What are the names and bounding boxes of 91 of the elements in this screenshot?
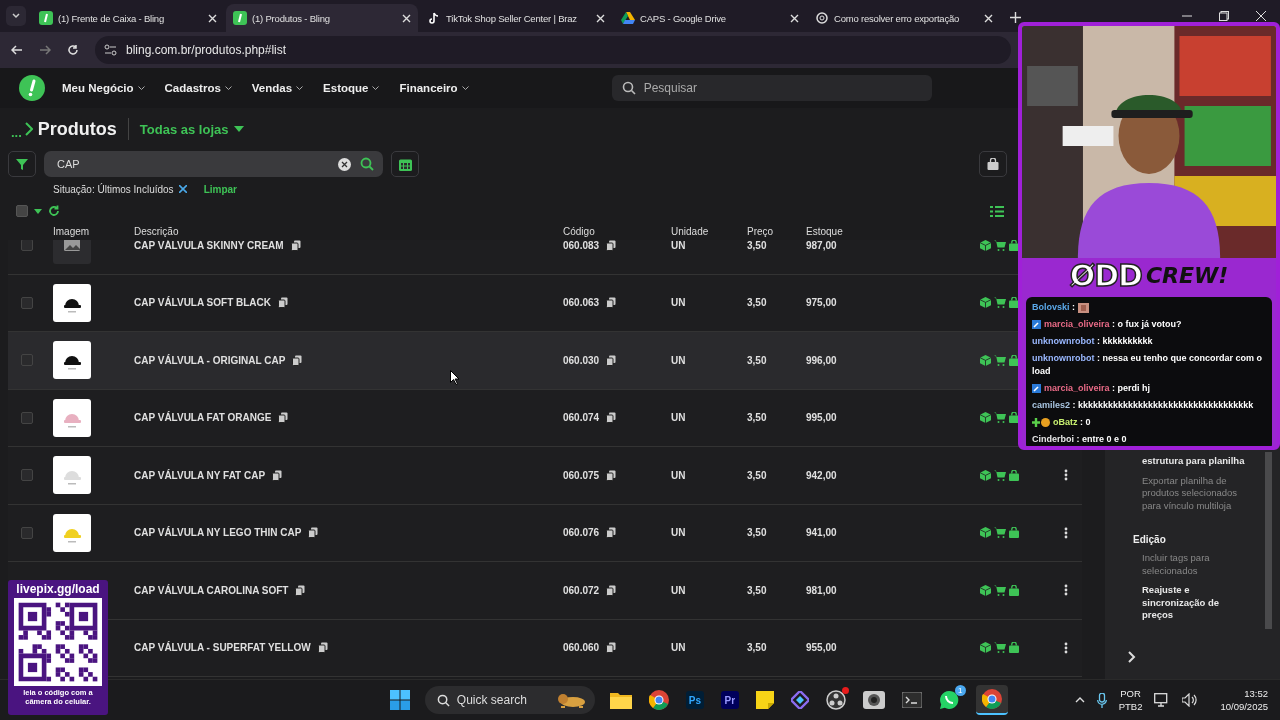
chat-message: Cinderboi : entre 0 e 0 [1032,433,1127,446]
stock-cell: 996,00 [806,354,837,366]
unit-cell: UN [671,642,686,654]
product-code: 060.074 [563,412,600,424]
nav-menu-item[interactable]: Estoque [320,78,383,98]
column-header[interactable]: Estoque [806,225,980,237]
product-description: CAP VÁLVULA NY LEGO THIN CAP [134,527,302,539]
breadcrumb-link[interactable]: ... [11,124,22,140]
column-header[interactable]: Descrição [134,225,563,237]
filter-chip-label: Situação: Últimos Incluídos [53,183,174,195]
tab-title: (1) Produtos - Bling [252,12,330,24]
search-field[interactable]: CAP [44,151,383,177]
product-description: CAP VÁLVULA SOFT BLACK [134,297,272,309]
column-header[interactable]: Preço [747,225,806,237]
unit-cell: UN [671,469,686,481]
product-code: 060.083 [563,240,600,251]
tab-title: (1) Frente de Caixa - Bling [58,12,164,24]
clock-time[interactable]: 13:52 [1244,687,1268,700]
product-code: 060.075 [563,469,600,481]
chat-message: Bolovski : [1032,301,1075,314]
product-code: 060.063 [563,297,600,309]
unit-cell: UN [671,527,686,539]
overlay-logo-text: CREW! [1145,263,1229,288]
price-cell: 3,50 [747,527,767,539]
tab-title: Como resolver erro exportação [834,12,960,24]
notification-badge: 1 [954,685,966,696]
overlay-logo-text: ØDD [1069,258,1142,293]
product-code: 060.030 [563,354,600,366]
stock-cell: 941,00 [806,527,837,539]
panel-action-link[interactable]: estrutura para planilha [1142,455,1252,468]
search-field[interactable]: Pesquisar [611,75,932,101]
qr-link-text: livepix.gg/load [16,582,100,596]
chat-message: oBatz : 0 [1053,416,1091,429]
price-cell: 3,50 [747,469,767,481]
address-field[interactable]: bling.com.br/produtos.php#list [95,36,1011,64]
unit-cell: UN [671,584,686,596]
unit-cell: UN [671,412,686,424]
premiere-icon[interactable]: Pr [720,691,739,709]
stock-cell: 981,00 [806,584,837,596]
column-header[interactable]: Imagem [45,225,134,237]
product-description: CAP VÁLVULA - ORIGINAL CAP [134,354,286,366]
chat-message: camiles2 : kkkkkkkkkkkkkkkkkkkkkkkkkkkkkkkkkkk [1032,399,1254,412]
product-description: CAP VÁLVULA CAROLINA SOFT [134,584,289,596]
language-indicator[interactable]: POR [1120,687,1141,700]
browser-tab[interactable]: Como resolver erro exportação [808,4,1000,32]
column-header[interactable]: Unidade [671,225,747,237]
photoshop-icon[interactable]: Ps [685,691,704,709]
browser-tab[interactable]: TikTok Shop Seller Center | Braz [420,4,612,32]
chat-message: marcia_oliveira : perdi hj [1044,382,1151,395]
stock-cell: 975,00 [806,297,837,309]
column-header[interactable]: Código [563,225,671,237]
browser-tab[interactable]: (1) Frente de Caixa - Bling [32,4,224,32]
unit-cell: UN [671,354,686,366]
product-description: CAP VÁLVULA - SUPERFAT YELLOW [134,642,311,654]
unit-cell: UN [671,297,686,309]
product-description: CAP VÁLVULA NY FAT CAP [134,469,266,481]
price-cell: 3,50 [747,240,767,251]
clear-filters-link[interactable]: Limpar [203,183,237,195]
page-title: Produtos [37,118,117,140]
chat-message: unknownrobot : kkkkkkkkkk [1032,335,1153,348]
stock-cell: 987,00 [806,240,837,251]
product-code: 060.060 [563,642,600,654]
browser-tab[interactable]: (1) Produtos - Bling [226,4,418,32]
nav-menu-item[interactable]: Vendas [248,78,307,98]
chat-message: marcia_oliveira : o fux já votou? [1044,318,1182,331]
product-code: 060.072 [563,584,600,596]
unit-cell: UN [671,240,686,251]
tab-title: CAPS - Google Drive [640,12,726,24]
nav-menu-item[interactable]: Financeiro [396,78,472,98]
stock-cell: 995,00 [806,412,837,424]
product-description: CAP VÁLVULA FAT ORANGE [134,412,272,424]
store-dropdown[interactable]: Todas as lojas [139,121,245,137]
product-description: CAP VÁLVULA SKINNY CREAM [134,240,284,251]
stock-cell: 955,00 [806,642,837,654]
nav-menu-item[interactable]: Cadastros [161,78,235,98]
browser-tab[interactable]: CAPS - Google Drive [614,4,806,32]
price-cell: 3,50 [747,584,767,596]
price-cell: 3,50 [747,412,767,424]
price-cell: 3,50 [747,354,767,366]
panel-action-link[interactable]: Reajuste e sincronização de preços [1142,584,1252,622]
keyboard-layout-indicator[interactable]: PTB2 [1118,700,1143,713]
stock-cell: 942,00 [806,469,837,481]
price-cell: 3,50 [747,642,767,654]
clock-date[interactable]: 10/09/2025 [1220,700,1268,713]
taskbar-search-field[interactable]: Quick search [424,686,595,714]
panel-section-title: Edição [1133,534,1167,545]
chat-message: unknownrobot : nessa eu tenho que concordar com o load [1032,352,1264,378]
tab-title: TikTok Shop Seller Center | Braz [446,12,577,24]
product-code: 060.076 [563,527,600,539]
nav-menu-item[interactable]: Meu Negócio [59,78,148,98]
price-cell: 3,50 [747,297,767,309]
